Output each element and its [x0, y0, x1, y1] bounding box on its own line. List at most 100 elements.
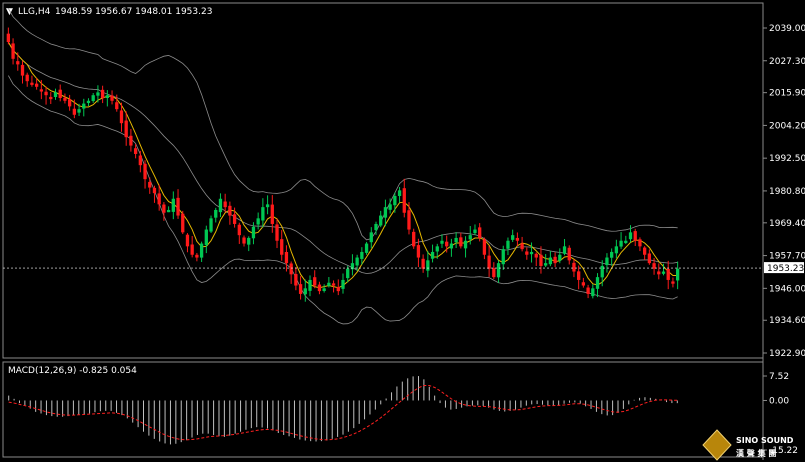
candle-body	[171, 198, 175, 212]
candle-body	[20, 64, 25, 76]
price-tick-label: 1922.90	[769, 349, 805, 359]
candle-body	[529, 251, 534, 255]
candle-body	[327, 282, 331, 286]
candle-body	[34, 83, 39, 87]
candle-body	[539, 254, 543, 266]
candle-body	[435, 246, 439, 252]
candle-body	[482, 239, 487, 255]
candle-body	[346, 268, 350, 279]
candle-body	[548, 257, 553, 265]
candle-body	[364, 243, 369, 253]
candle-body	[445, 241, 449, 247]
candle-body	[459, 237, 463, 247]
candle-body	[643, 247, 647, 255]
candle-body	[223, 201, 227, 208]
candle-body	[218, 198, 223, 213]
candle-body	[478, 227, 482, 238]
candle-body	[341, 279, 345, 289]
trading-chart[interactable]: ▼ LLG,H4 1948.59 1956.67 1948.01 1953.23…	[0, 0, 805, 462]
candle-body	[115, 102, 119, 110]
candle-body	[440, 240, 444, 244]
candle-body	[214, 209, 218, 218]
price-tick-label: 1980.80	[769, 187, 805, 197]
candle-body	[567, 247, 571, 261]
candle-body	[148, 181, 152, 188]
candle-body	[96, 92, 100, 96]
candle-body	[426, 260, 430, 271]
candle-body	[190, 244, 194, 255]
candle-body	[511, 235, 515, 240]
candle-body	[331, 283, 336, 286]
candle-body	[572, 262, 576, 272]
candle-body	[39, 89, 43, 92]
price-panel[interactable]	[2, 2, 764, 359]
candle-body	[195, 254, 199, 258]
ohlc-values: 1948.59 1956.67 1948.01 1953.23	[55, 7, 212, 17]
macd-tick-label: 7.52	[769, 372, 789, 382]
candle-body	[166, 209, 171, 213]
price-tick-label: 1969.40	[769, 219, 805, 229]
candle-body	[77, 109, 81, 113]
candle-body	[105, 95, 109, 99]
candle-body	[280, 239, 284, 255]
candle-body	[407, 210, 411, 230]
price-axis: 2039.00 2027.30 2015.90 2004.20 1992.50 1980.…	[763, 24, 805, 359]
candle-body	[619, 240, 623, 247]
candle-body	[289, 263, 293, 275]
price-tick-label: 1957.70	[769, 252, 805, 262]
candle-body	[647, 253, 652, 264]
candle-body	[558, 254, 562, 261]
candle-body	[298, 284, 303, 294]
candle-body	[675, 268, 680, 281]
candle-body	[294, 274, 298, 286]
candle-body	[251, 226, 256, 239]
candle-body	[11, 43, 15, 59]
candle-body	[624, 240, 628, 243]
candle-body	[610, 251, 614, 258]
candle-body	[308, 279, 312, 291]
candle-body	[67, 99, 72, 107]
candle-body	[237, 224, 241, 236]
candle-body	[110, 95, 114, 101]
candle-body	[562, 246, 567, 254]
candle-body	[671, 281, 675, 284]
macd-title: MACD(12,26,9) -0.825 0.054	[8, 366, 137, 376]
candle-body	[487, 255, 491, 269]
candle-body	[317, 284, 322, 292]
candle-body	[152, 187, 157, 194]
candle-body	[638, 239, 642, 247]
candle-body	[232, 214, 237, 224]
candle-body	[463, 240, 468, 249]
candle-body	[322, 288, 326, 291]
candle-body	[600, 265, 604, 278]
candle-body	[313, 277, 317, 286]
candle-body	[473, 229, 477, 234]
candle-body	[138, 155, 142, 166]
candle-body	[454, 237, 458, 243]
candle-body	[242, 237, 246, 244]
candle-body	[383, 207, 388, 218]
candle-body	[360, 251, 364, 259]
candle-body	[30, 82, 34, 85]
candle-body	[397, 190, 402, 197]
logo-chinese: 漢 聲 集 團	[736, 448, 776, 458]
price-tick-label: 1992.50	[769, 154, 805, 164]
candle-body	[247, 237, 251, 245]
price-tick-label: 2015.90	[769, 89, 805, 99]
candle-body	[379, 215, 383, 226]
candle-body	[449, 243, 454, 249]
candle-body	[265, 204, 270, 208]
candle-body	[100, 89, 105, 98]
candle-body	[374, 223, 378, 231]
candle-body	[53, 92, 58, 98]
symbol-label: LLG,H4	[18, 7, 51, 17]
candle-body	[133, 148, 138, 154]
candle-body	[58, 89, 62, 98]
price-tick-label: 2027.30	[769, 57, 805, 67]
candle-body	[185, 234, 190, 247]
candle-body	[72, 108, 76, 115]
candle-body	[119, 110, 124, 124]
candle-body	[605, 257, 609, 265]
candle-body	[393, 195, 397, 206]
candle-body	[591, 288, 595, 297]
